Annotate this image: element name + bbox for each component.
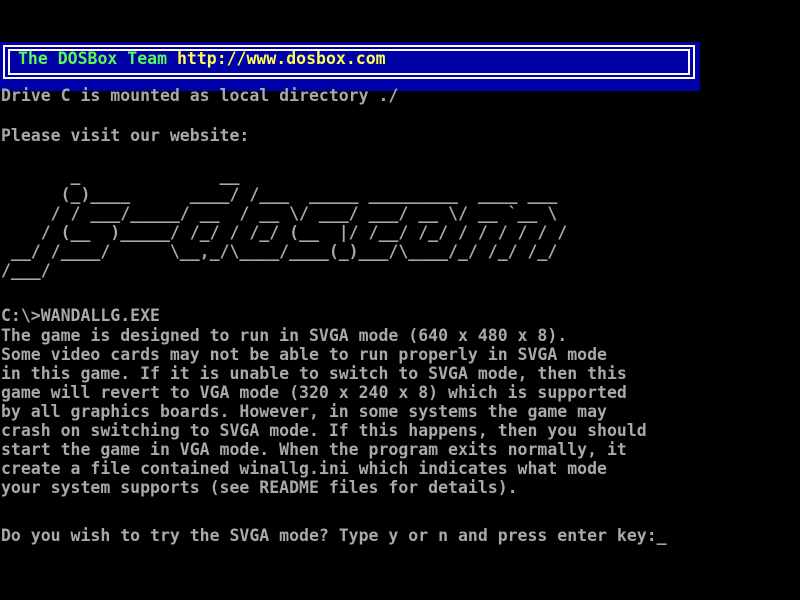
website-invite-line: Please visit our website: xyxy=(1,126,249,146)
command-prompt-line: C:\>WANDALLG.EXE xyxy=(1,306,160,326)
mount-status-line: Drive C is mounted as local directory ./ xyxy=(1,86,398,106)
jsdos-ascii-art: _ __ (_)____ ____/ /___ _____ _________ … xyxy=(1,166,567,280)
banner-text: The DOSBox Team http://www.dosbox.com xyxy=(18,50,386,68)
svga-question-line: Do you wish to try the SVGA mode? Type y… xyxy=(1,526,667,546)
svga-info-paragraph: The game is designed to run in SVGA mode… xyxy=(1,326,647,497)
text-cursor[interactable]: _ xyxy=(657,526,667,545)
dosbox-screen: The DOSBox Team http://www.dosbox.com Dr… xyxy=(0,0,800,600)
dosbox-team-label: The DOSBox Team xyxy=(18,49,177,68)
svga-question-text: Do you wish to try the SVGA mode? Type y… xyxy=(1,526,657,545)
dosbox-welcome-banner: The DOSBox Team http://www.dosbox.com xyxy=(0,42,700,91)
dosbox-url-link: http://www.dosbox.com xyxy=(177,49,386,68)
